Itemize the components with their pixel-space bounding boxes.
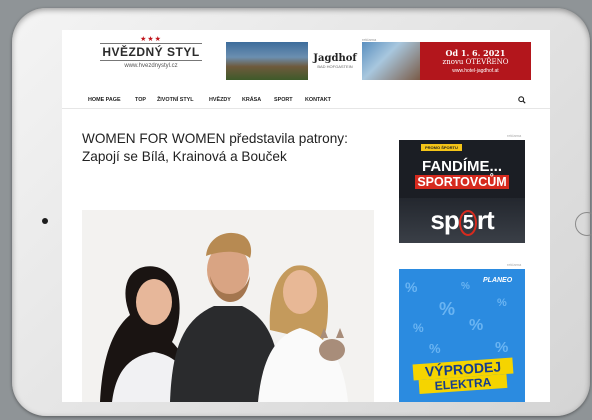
planeo-sale-banner[interactable]: % % % % % % % % PLANEO VÝPRODEJ ELEKTRA (399, 269, 525, 402)
sport5-logo-post: rt (476, 205, 495, 235)
article-title[interactable]: WOMEN FOR WOMEN představila patrony: Zap… (82, 130, 354, 166)
site-logo[interactable]: ★★★ HVĚZDNÝ STYL www.hvezdnystyl.cz (96, 36, 206, 72)
logo-name: HVĚZDNÝ STYL (100, 43, 202, 61)
percent-icon: % (497, 297, 507, 309)
ad-line-date: Od 1. 6. 2021 (445, 48, 506, 58)
nav-item-contact[interactable]: KONTAKT (305, 97, 331, 103)
logo-stars: ★★★ (140, 36, 162, 43)
percent-icon: % (461, 281, 470, 292)
hero-photo-illustration (82, 210, 374, 402)
ad-text-panel: Od 1. 6. 2021 znovu OTEVŘENO www.hotel-j… (420, 42, 531, 80)
ad-brand-logo: Jagdhof BAD HOFGASTEIN (308, 42, 362, 80)
sidebar-ad-label-1: reklama (507, 133, 522, 138)
logo-url: www.hvezdnystyl.cz (124, 63, 178, 69)
percent-icon: % (495, 339, 509, 356)
sidebar-ad-label-2: reklama (507, 262, 522, 267)
planeo-logo: PLANEO (483, 277, 513, 284)
nav-item-stars[interactable]: HVĚZDY (209, 97, 231, 103)
banner1-line2-wrap: SPORTOVCŮM (399, 175, 525, 189)
banner1-pill: PROMO ŠPORTU (421, 144, 462, 151)
percent-icon: % (405, 279, 418, 295)
nav-item-home[interactable]: HOME PAGE (88, 97, 121, 103)
ad-hotel-photo (226, 42, 308, 80)
banner1-line1: FANDÍME... (421, 158, 502, 175)
web-page: ★★★ HVĚZDNÝ STYL www.hvezdnystyl.cz rekl… (62, 30, 550, 402)
sport-promo-banner[interactable]: PROMO ŠPORTU FANDÍME... SPORTOVCŮM sp 5 rt (399, 140, 525, 243)
sport5-logo-five: 5 (458, 210, 477, 236)
percent-icon: % (413, 321, 424, 335)
ad-room-photo (362, 42, 420, 80)
header-ad-banner[interactable]: Jagdhof BAD HOFGASTEIN Od 1. 6. 2021 zno… (226, 42, 531, 80)
main-nav: HOME PAGE TOP ŽIVOTNÍ STYL HVĚZDY KRÁSA … (62, 94, 550, 109)
ad-line-url: www.hotel-jagdhof.at (452, 68, 499, 74)
nav-item-sport[interactable]: SPORT (274, 97, 293, 103)
site-header: ★★★ HVĚZDNÝ STYL www.hvezdnystyl.cz rekl… (62, 30, 550, 88)
search-icon[interactable] (518, 96, 526, 104)
article-hero-image[interactable] (82, 210, 374, 402)
tablet-camera (42, 218, 48, 224)
nav-item-top[interactable]: TOP (135, 97, 146, 103)
nav-item-beauty[interactable]: KRÁSA (242, 97, 261, 103)
sport5-logo-pre: sp (430, 205, 459, 235)
ad-brand-sub: BAD HOFGASTEIN (317, 64, 353, 69)
ad-line-open: znovu OTEVŘENO (442, 58, 509, 66)
percent-icon: % (439, 299, 456, 319)
tablet-home-button[interactable] (575, 212, 592, 236)
percent-icon: % (469, 317, 484, 334)
banner1-line2: SPORTOVCŮM (415, 175, 509, 189)
nav-item-lifestyle[interactable]: ŽIVOTNÍ STYL (157, 97, 194, 103)
ad-brand-name: Jagdhof (313, 53, 357, 64)
sport5-logo: sp 5 rt (399, 198, 525, 243)
percent-icon: % (429, 341, 441, 356)
